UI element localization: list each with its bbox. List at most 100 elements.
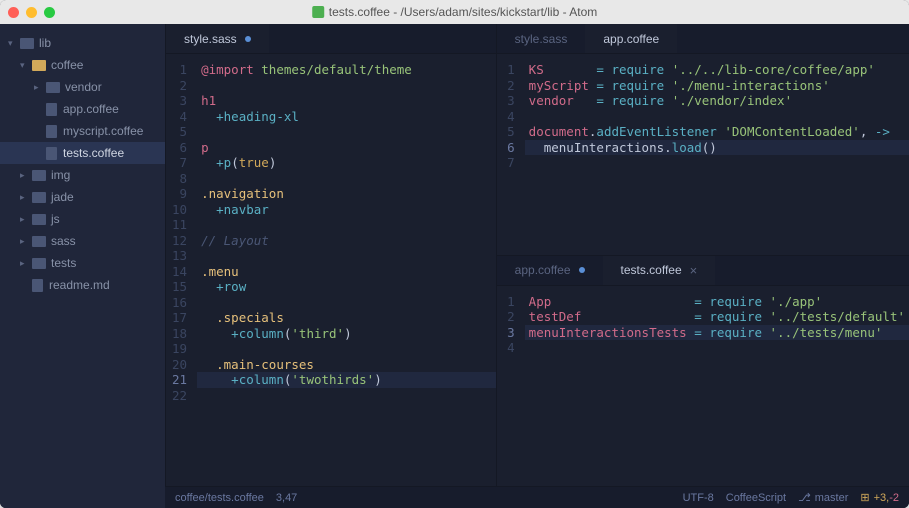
code-line[interactable]: [525, 155, 909, 171]
chevron-icon[interactable]: ▸: [20, 166, 30, 184]
code-line[interactable]: vendor = require './vendor/index': [525, 93, 909, 109]
status-path[interactable]: coffee/tests.coffee: [175, 492, 264, 504]
code-line[interactable]: [197, 295, 496, 311]
panes: style.sass 12345678910111213141516171819…: [165, 24, 909, 508]
close-icon[interactable]: [8, 7, 19, 18]
tab-style-sass[interactable]: style.sass: [497, 24, 586, 53]
code-area[interactable]: @import themes/default/theme h1 +heading…: [197, 54, 496, 486]
status-encoding[interactable]: UTF-8: [683, 492, 714, 504]
code-line[interactable]: .navigation: [197, 186, 496, 202]
code-line[interactable]: App = require './app': [525, 294, 909, 310]
code-line[interactable]: [197, 248, 496, 264]
tree-item-app-coffee[interactable]: app.coffee: [0, 98, 165, 120]
code-line[interactable]: [197, 341, 496, 357]
right-column: style.sassapp.coffee 1234567 KS = requir…: [496, 24, 909, 486]
tree-item-vendor[interactable]: ▸vendor: [0, 76, 165, 98]
chevron-icon[interactable]: ▸: [34, 78, 44, 96]
status-bar[interactable]: coffee/tests.coffee 3,47 UTF-8 CoffeeScr…: [165, 486, 909, 508]
code-line[interactable]: .specials: [197, 310, 496, 326]
tab-tests-coffee[interactable]: tests.coffee×: [603, 256, 716, 285]
code-line[interactable]: +heading-xl: [197, 109, 496, 125]
tree-item-img[interactable]: ▸ img: [0, 164, 165, 186]
tab-bar[interactable]: style.sassapp.coffee: [497, 24, 909, 54]
line-number: 7: [503, 155, 515, 171]
code-area[interactable]: KS = require '../../lib-core/coffee/app'…: [525, 54, 909, 255]
editor[interactable]: 1234567 KS = require '../../lib-core/cof…: [497, 54, 909, 255]
close-icon[interactable]: ×: [690, 263, 698, 278]
chevron-icon[interactable]: ▾: [20, 56, 30, 74]
tree-item-coffee[interactable]: ▾ coffee: [0, 54, 165, 76]
line-number: 1: [172, 62, 187, 78]
chevron-icon[interactable]: ▸: [20, 188, 30, 206]
tree-root[interactable]: ▾ lib: [0, 32, 165, 54]
chevron-down-icon[interactable]: ▾: [8, 34, 18, 52]
line-number: 2: [172, 78, 187, 94]
code-line[interactable]: KS = require '../../lib-core/coffee/app': [525, 62, 909, 78]
code-line[interactable]: p: [197, 140, 496, 156]
code-line[interactable]: menuInteractions.load(): [525, 140, 909, 156]
file-icon: [46, 103, 57, 116]
folder-open-icon: [32, 60, 46, 71]
tree-label: coffee: [51, 56, 83, 74]
status-branch[interactable]: master: [815, 492, 849, 504]
code-line[interactable]: +column('third'): [197, 326, 496, 342]
tree-label: img: [51, 166, 70, 184]
tree-label: tests: [51, 254, 76, 272]
titlebar[interactable]: tests.coffee - /Users/adam/sites/kicksta…: [0, 0, 909, 24]
tree-item-myscript-coffee[interactable]: myscript.coffee: [0, 120, 165, 142]
code-line[interactable]: testDef = require '../tests/default': [525, 309, 909, 325]
gutter: 12345678910111213141516171819202122: [166, 54, 197, 486]
tree-item-tests-coffee[interactable]: tests.coffee: [0, 142, 165, 164]
gutter: 1234: [497, 286, 525, 487]
code-line[interactable]: myScript = require './menu-interactions': [525, 78, 909, 94]
zoom-icon[interactable]: [44, 7, 55, 18]
tree-item-jade[interactable]: ▸jade: [0, 186, 165, 208]
tree-view[interactable]: ▾ lib ▾ coffee ▸vendorapp.coffeemyscript.c…: [0, 24, 165, 508]
tree-item-js[interactable]: ▸js: [0, 208, 165, 230]
tab-app-coffee[interactable]: app.coffee: [585, 24, 677, 53]
code-line[interactable]: [197, 388, 496, 404]
minimize-icon[interactable]: [26, 7, 37, 18]
file-icon: [46, 125, 57, 138]
code-line[interactable]: @import themes/default/theme: [197, 62, 496, 78]
tab-bar[interactable]: app.coffeetests.coffee×: [497, 256, 909, 286]
code-line[interactable]: [197, 78, 496, 94]
tab-bar[interactable]: style.sass: [166, 24, 496, 54]
code-line[interactable]: // Layout: [197, 233, 496, 249]
folder-icon: [32, 214, 46, 225]
code-line[interactable]: [525, 340, 909, 356]
code-area[interactable]: App = require './app'testDef = require '…: [525, 286, 909, 487]
tree-item-tests[interactable]: ▸ tests: [0, 252, 165, 274]
line-number: 7: [172, 155, 187, 171]
line-number: 5: [503, 124, 515, 140]
code-line[interactable]: h1: [197, 93, 496, 109]
status-language[interactable]: CoffeeScript: [726, 492, 786, 504]
code-line[interactable]: [197, 124, 496, 140]
code-line[interactable]: [197, 217, 496, 233]
code-line[interactable]: .main-courses: [197, 357, 496, 373]
chevron-icon[interactable]: ▸: [20, 254, 30, 272]
code-line[interactable]: [525, 109, 909, 125]
editor-window: tests.coffee - /Users/adam/sites/kicksta…: [0, 0, 909, 508]
code-line[interactable]: document.addEventListener 'DOMContentLoa…: [525, 124, 909, 140]
tree-item-sass[interactable]: ▸sass: [0, 230, 165, 252]
editor[interactable]: 1234 App = require './app'testDef = requ…: [497, 286, 909, 487]
code-line[interactable]: .menu: [197, 264, 496, 280]
tab-app-coffee[interactable]: app.coffee: [497, 256, 603, 285]
code-line[interactable]: +row: [197, 279, 496, 295]
tab-style-sass[interactable]: style.sass: [166, 24, 269, 53]
tree-item-readme-md[interactable]: readme.md: [0, 274, 165, 296]
code-line[interactable]: +navbar: [197, 202, 496, 218]
chevron-icon[interactable]: ▸: [20, 210, 30, 228]
code-line[interactable]: [197, 171, 496, 187]
folder-icon: [46, 82, 60, 93]
status-cursor[interactable]: 3,47: [276, 492, 297, 504]
code-line[interactable]: +p(true): [197, 155, 496, 171]
chevron-icon[interactable]: ▸: [20, 232, 30, 250]
status-git-diff[interactable]: +3,-2: [874, 492, 899, 504]
line-number: 16: [172, 295, 187, 311]
editor[interactable]: 12345678910111213141516171819202122 @imp…: [166, 54, 496, 486]
code-line[interactable]: menuInteractionsTests = require '../test…: [525, 325, 909, 341]
line-number: 2: [503, 78, 515, 94]
code-line[interactable]: +column('twothirds'): [197, 372, 496, 388]
